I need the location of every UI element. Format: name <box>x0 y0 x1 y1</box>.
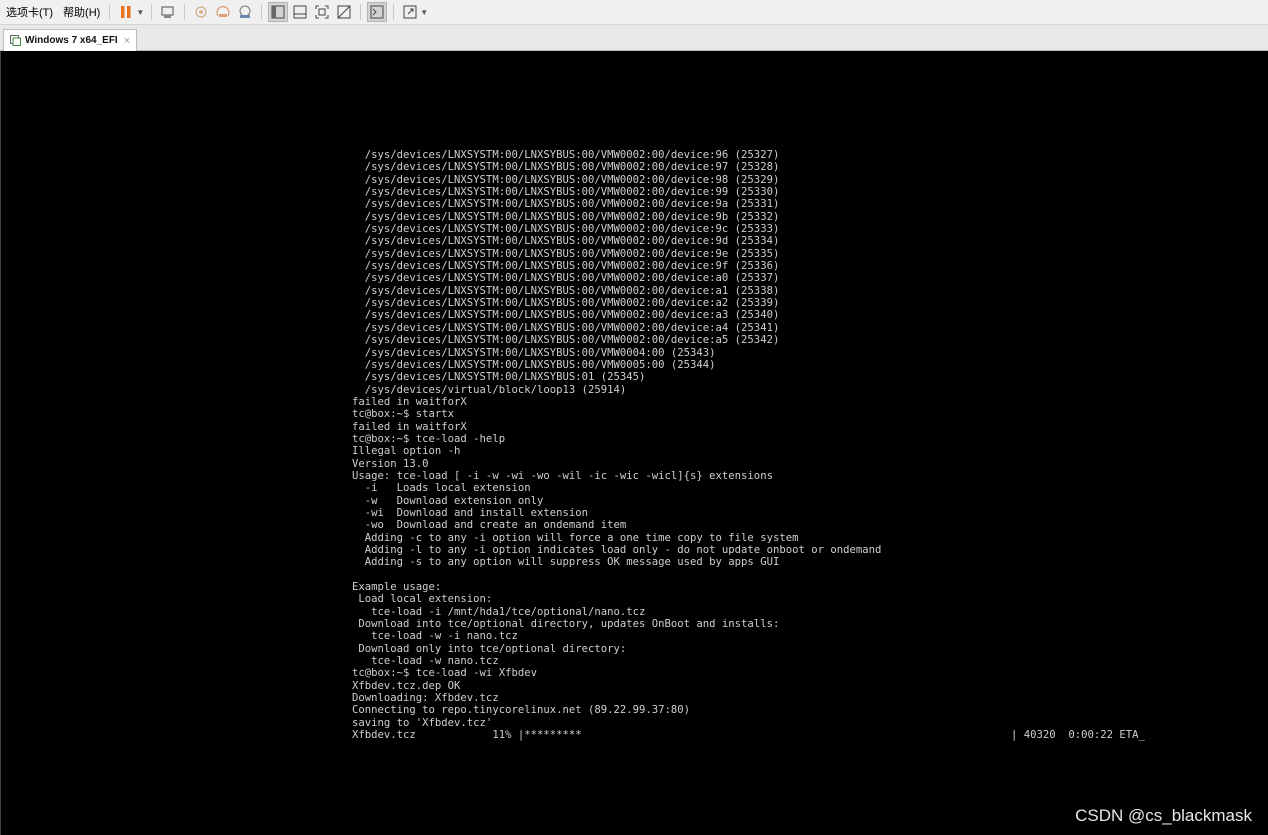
console-line: /sys/devices/LNXSYSTM:00/LNXSYBUS:00/VMW… <box>352 247 780 260</box>
full-screen-icon <box>315 5 329 19</box>
menu-bar: 选项卡(T) 帮助(H) ▼ ▼ <box>0 0 1268 25</box>
stretch-guest-icon <box>403 5 417 19</box>
snapshot-manager-button[interactable] <box>235 2 255 22</box>
vm-console-screen[interactable]: /sys/devices/LNXSYSTM:00/LNXSYBUS:00/VMW… <box>0 51 1268 835</box>
console-line: failed in waitforX <box>352 395 467 408</box>
console-line: /sys/devices/LNXSYSTM:00/LNXSYBUS:00/VMW… <box>352 321 780 334</box>
pause-button[interactable] <box>116 2 136 22</box>
console-line: -w Download extension only <box>352 494 544 507</box>
toolbar-separator <box>393 4 395 20</box>
send-ctrl-alt-del-icon <box>161 6 174 18</box>
console-line: tce-load -i /mnt/hda1/tce/optional/nano.… <box>352 605 646 618</box>
console-line: Adding -l to any -i option indicates loa… <box>352 544 882 556</box>
close-icon[interactable]: × <box>124 35 130 47</box>
console-line: /sys/devices/LNXSYSTM:00/LNXSYBUS:00/VMW… <box>352 235 780 248</box>
stretch-guest-button[interactable] <box>400 2 420 22</box>
thumbnail-bar-icon <box>293 5 307 19</box>
vm-icon <box>10 35 21 46</box>
console-line: Example usage: <box>352 581 442 594</box>
console-line: /sys/devices/LNXSYSTM:00/LNXSYBUS:00/VMW… <box>352 149 780 161</box>
console-line: /sys/devices/LNXSYSTM:00/LNXSYBUS:00/VMW… <box>352 173 780 186</box>
toolbar-separator <box>109 4 111 20</box>
console-line: /sys/devices/LNXSYSTM:00/LNXSYBUS:00/VMW… <box>352 161 780 174</box>
console-line: /sys/devices/LNXSYSTM:00/LNXSYBUS:00/VMW… <box>352 186 780 199</box>
console-line: Adding -s to any option will suppress OK… <box>352 556 780 569</box>
console-line: tc@box:~$ tce-load -wi Xfbdev <box>352 667 537 680</box>
console-line: /sys/devices/LNXSYSTM:00/LNXSYBUS:00/VMW… <box>352 297 780 310</box>
console-line: Usage: tce-load [ -i -w -wi -wo -wil -ic… <box>352 469 773 482</box>
full-screen-button[interactable] <box>312 2 332 22</box>
snapshot-icon <box>195 6 207 18</box>
stretch-dropdown-caret[interactable]: ▼ <box>420 8 428 17</box>
unity-button[interactable] <box>334 2 354 22</box>
console-line: /sys/devices/virtual/block/loop13 (25914… <box>352 383 627 396</box>
help-menu[interactable]: 帮助(H) <box>59 4 104 20</box>
console-line: Connecting to repo.tinycorelinux.net (89… <box>352 704 691 717</box>
revert-snapshot-button[interactable] <box>213 2 233 22</box>
console-line: saving to 'Xfbdev.tcz' <box>352 716 493 729</box>
console-line: /sys/devices/LNXSYSTM:00/LNXSYBUS:00/VMW… <box>352 358 716 371</box>
console-line: tc@box:~$ startx <box>352 408 455 421</box>
toolbar-separator <box>261 4 263 20</box>
vm-tab[interactable]: Windows 7 x64_EFI × <box>3 29 138 51</box>
console-line: -i Loads local extension <box>352 482 531 495</box>
console-line: Xfbdev.tcz 11% |********* <box>352 729 582 742</box>
console-line: -wo Download and create an ondemand item <box>352 519 627 532</box>
console-line: /sys/devices/LNXSYSTM:00/LNXSYBUS:00/VMW… <box>352 210 780 223</box>
toolbar-separator <box>360 4 362 20</box>
console-line: Version 13.0 <box>352 457 429 470</box>
pause-dropdown-caret[interactable]: ▼ <box>136 8 144 17</box>
console-line: tce-load -w nano.tcz <box>352 655 499 668</box>
console-line: /sys/devices/LNXSYSTM:00/LNXSYBUS:00/VMW… <box>352 223 780 236</box>
show-library-icon <box>271 5 285 19</box>
console-line: /sys/devices/LNXSYSTM:00/LNXSYBUS:00/VMW… <box>352 309 780 322</box>
pause-icon <box>121 6 131 18</box>
show-library-button[interactable] <box>268 2 289 22</box>
revert-snapshot-icon <box>216 6 230 17</box>
console-line: Illegal option -h <box>352 445 461 458</box>
console-line: Load local extension: <box>352 593 493 606</box>
console-line: /sys/devices/LNXSYSTM:00/LNXSYBUS:00/VMW… <box>352 334 780 347</box>
vm-tab-label: Windows 7 x64_EFI <box>25 35 118 46</box>
console-line: /sys/devices/LNXSYSTM:00/LNXSYBUS:00/VMW… <box>352 260 780 273</box>
console-line: failed in waitforX <box>352 420 467 433</box>
thumbnail-bar-button[interactable] <box>290 2 310 22</box>
vm-tab-bar: Windows 7 x64_EFI × <box>0 25 1268 51</box>
console-line: Downloading: Xfbdev.tcz <box>352 692 499 705</box>
unity-icon <box>337 5 351 19</box>
console-output: /sys/devices/LNXSYSTM:00/LNXSYBUS:00/VMW… <box>352 149 881 742</box>
console-line: -wi Download and install extension <box>352 506 588 519</box>
console-line: Download into tce/optional directory, up… <box>352 618 780 631</box>
watermark: CSDN @cs_blackmask <box>1075 806 1252 825</box>
console-line: tce-load -w -i nano.tcz <box>352 630 518 643</box>
snapshot-manager-icon <box>239 5 251 18</box>
console-line: /sys/devices/LNXSYSTM:00/LNXSYBUS:00/VMW… <box>352 272 780 285</box>
snapshot-button[interactable] <box>191 2 211 22</box>
console-view-icon <box>370 5 384 19</box>
toolbar-separator <box>151 4 153 20</box>
console-line: /sys/devices/LNXSYSTM:00/LNXSYBUS:01 (25… <box>352 371 646 384</box>
console-line: Xfbdev.tcz.dep OK <box>352 679 461 692</box>
tabs-menu[interactable]: 选项卡(T) <box>2 4 57 20</box>
console-line: /sys/devices/LNXSYSTM:00/LNXSYBUS:00/VMW… <box>352 346 716 359</box>
console-line: /sys/devices/LNXSYSTM:00/LNXSYBUS:00/VMW… <box>352 284 780 297</box>
download-progress-tail: | 40320 0:00:22 ETA_ <box>1011 729 1145 741</box>
toolbar-separator <box>184 4 186 20</box>
console-line: Adding -c to any -i option will force a … <box>352 531 799 544</box>
console-line: Download only into tce/optional director… <box>352 642 627 655</box>
console-line: tc@box:~$ tce-load -help <box>352 432 506 445</box>
console-view-button[interactable] <box>367 2 388 22</box>
console-line: /sys/devices/LNXSYSTM:00/LNXSYBUS:00/VMW… <box>352 198 780 211</box>
send-ctrl-alt-del-button[interactable] <box>158 2 178 22</box>
